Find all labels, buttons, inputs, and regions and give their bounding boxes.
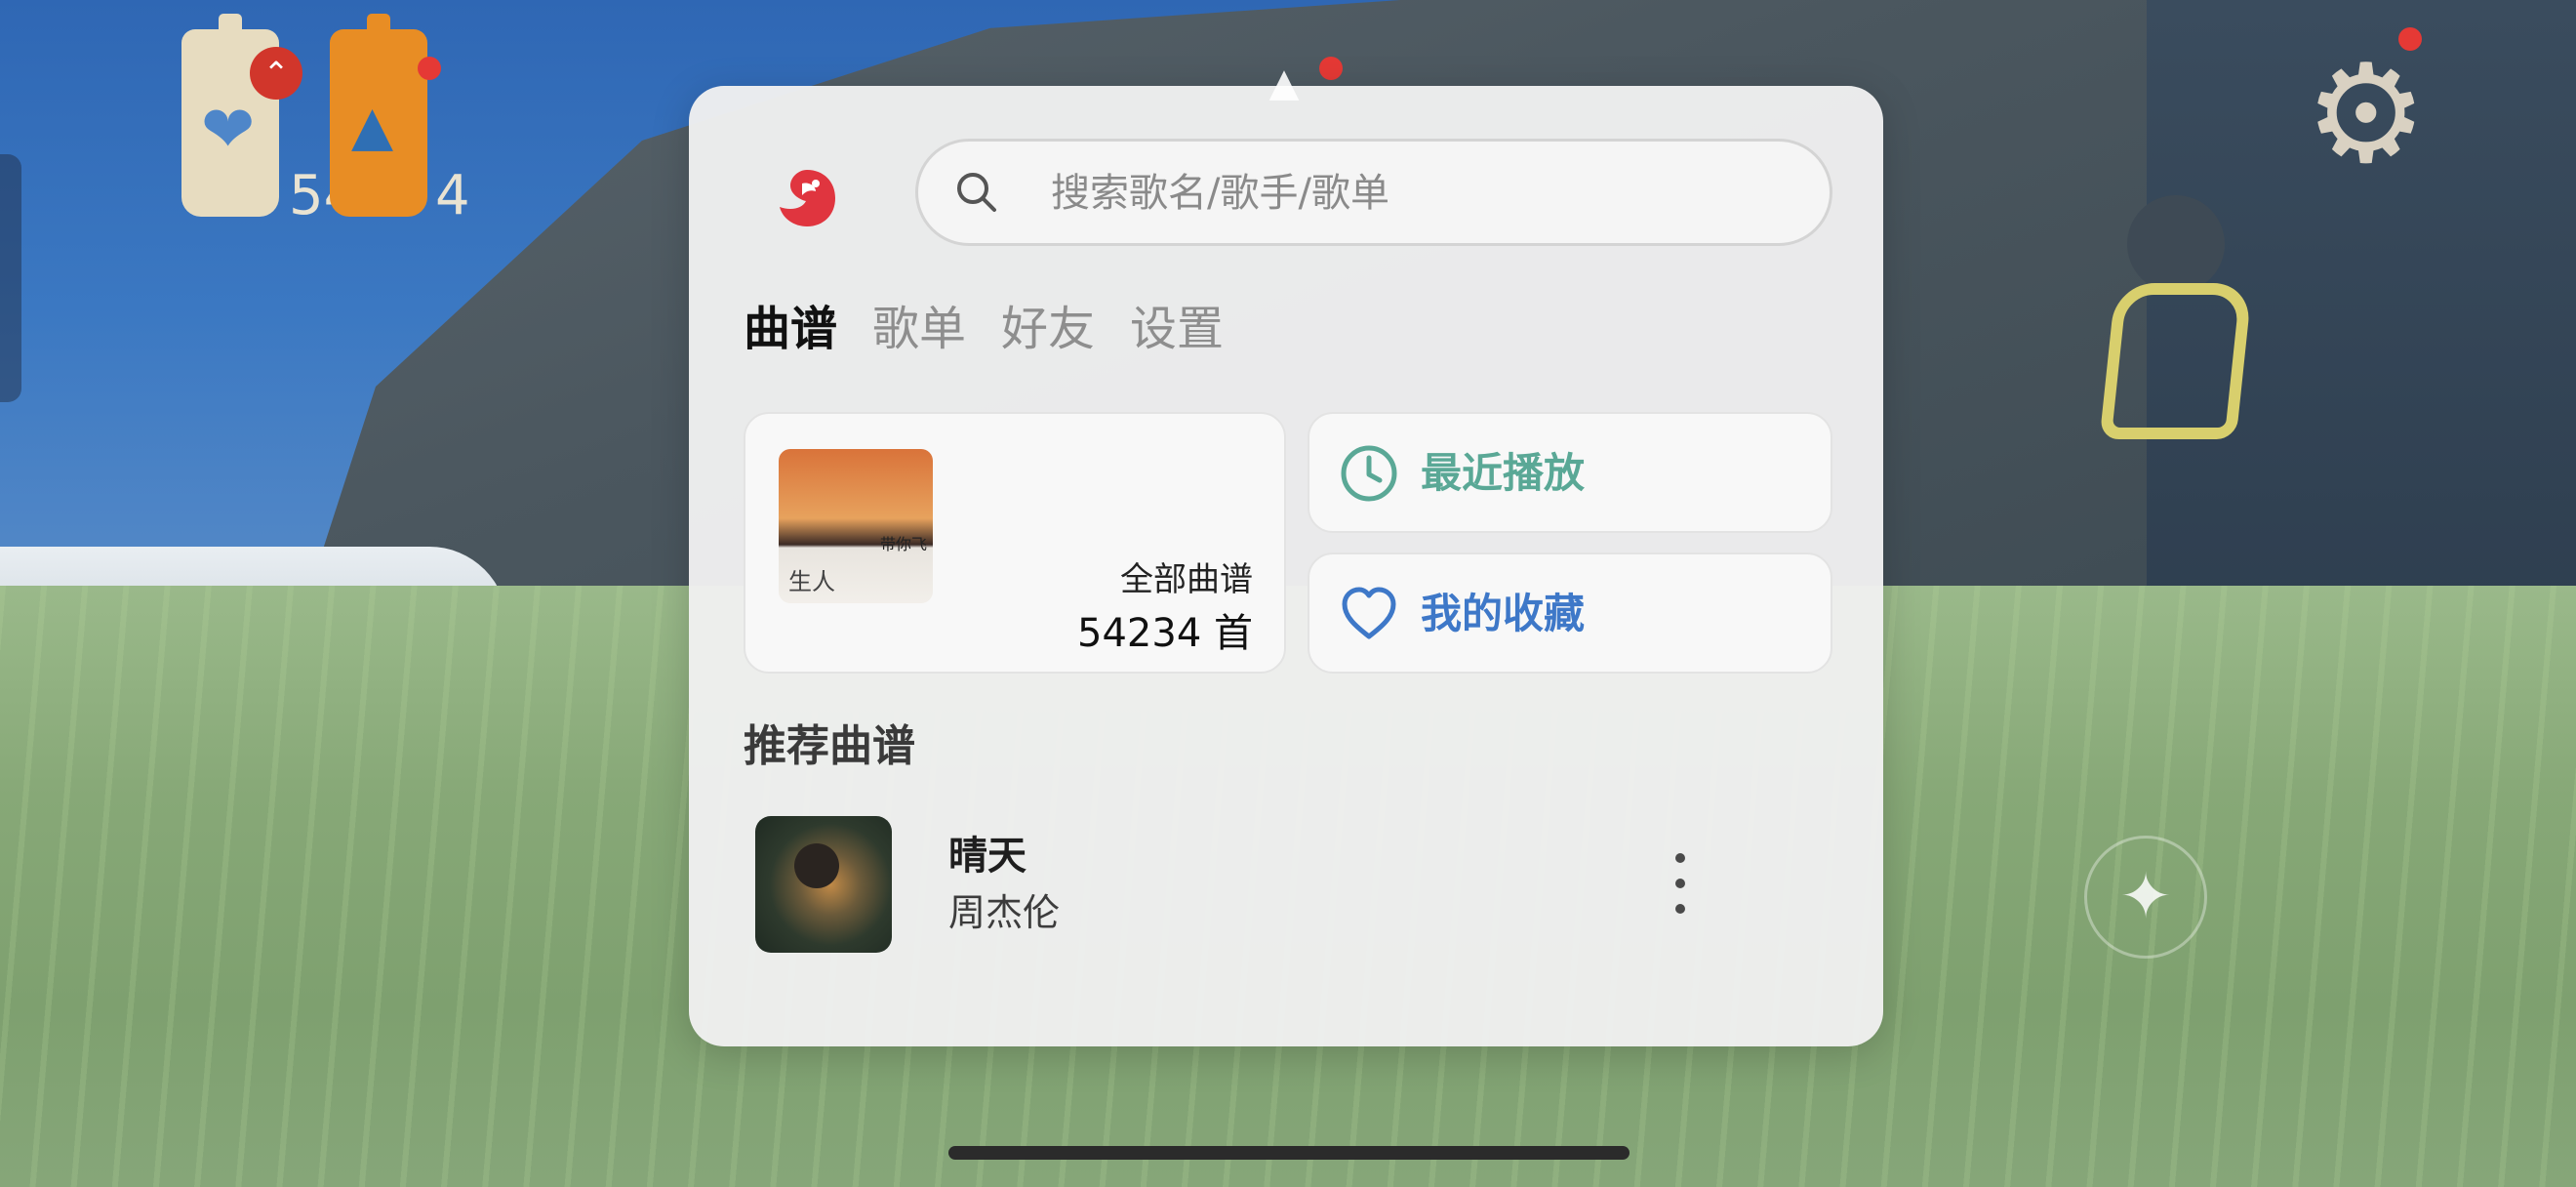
clock-icon: [1341, 445, 1397, 502]
notification-dot: [418, 57, 441, 80]
ship-count: 4: [435, 164, 470, 227]
more-vertical-icon[interactable]: [1651, 839, 1710, 927]
all-scores-card[interactable]: 带你飞 生人 全部曲谱 54234 首: [744, 412, 1286, 674]
recent-played-button[interactable]: 最近播放: [1308, 412, 1832, 533]
song-title: 晴天: [948, 834, 1026, 879]
search-input[interactable]: [1049, 157, 1794, 229]
cover-stack: 带你飞 生人: [779, 449, 974, 605]
song-artist: 周杰伦: [948, 891, 1061, 934]
song-cover: [755, 816, 892, 953]
fish-logo-icon: [780, 170, 835, 226]
heart-icon: ❤: [201, 92, 256, 167]
tab-playlists[interactable]: 歌单: [872, 295, 966, 363]
drag-handle-icon[interactable]: ▲: [1255, 61, 1313, 105]
sparkle-icon[interactable]: ✦: [2084, 836, 2207, 959]
recommended-title: 推荐曲谱: [744, 721, 915, 771]
album-cover-front: 带你飞 生人: [779, 449, 933, 603]
tab-scores[interactable]: 曲谱: [744, 295, 837, 363]
cover-script: 生人: [788, 568, 835, 595]
settings-notification-dot: [2398, 27, 2422, 51]
cover-caption: 带你飞: [880, 535, 928, 553]
more-dot: [1675, 853, 1685, 863]
top-notification-dot: [1319, 57, 1343, 80]
more-dot: [1675, 904, 1685, 914]
character-cape: [2099, 283, 2253, 439]
heart-icon: [1342, 587, 1396, 639]
home-indicator[interactable]: [948, 1146, 1630, 1160]
recent-played-label: 最近播放: [1421, 449, 1586, 497]
level-up-badge-icon: ⌃: [250, 47, 302, 100]
favorites-button[interactable]: 我的收藏: [1308, 553, 1832, 674]
music-panel: ▲ 曲谱 歌单 好友 设置 带你飞 生人 全部曲谱 54234 首: [689, 61, 1883, 1046]
search-bar[interactable]: [915, 139, 1832, 246]
character-head: [2127, 195, 2225, 293]
tab-bar: 曲谱 歌单 好友 设置: [744, 295, 1224, 363]
tab-friends[interactable]: 好友: [1001, 295, 1095, 363]
all-scores-count: 54234 首: [1077, 611, 1253, 656]
list-item[interactable]: 晴天 周杰伦: [744, 806, 1832, 953]
more-dot: [1675, 879, 1685, 888]
ship-icon: ▲: [351, 95, 394, 158]
tab-settings[interactable]: 设置: [1130, 295, 1224, 363]
ascended-candle-currency[interactable]: ▲: [330, 14, 427, 217]
all-scores-label: 全部曲谱: [1120, 560, 1253, 599]
search-icon: [957, 173, 996, 212]
cover-figure: [794, 843, 839, 888]
player-character: [2099, 166, 2254, 478]
side-drawer-handle[interactable]: [0, 154, 21, 402]
favorites-label: 我的收藏: [1421, 590, 1586, 637]
gear-icon[interactable]: ⚙: [2305, 47, 2428, 184]
